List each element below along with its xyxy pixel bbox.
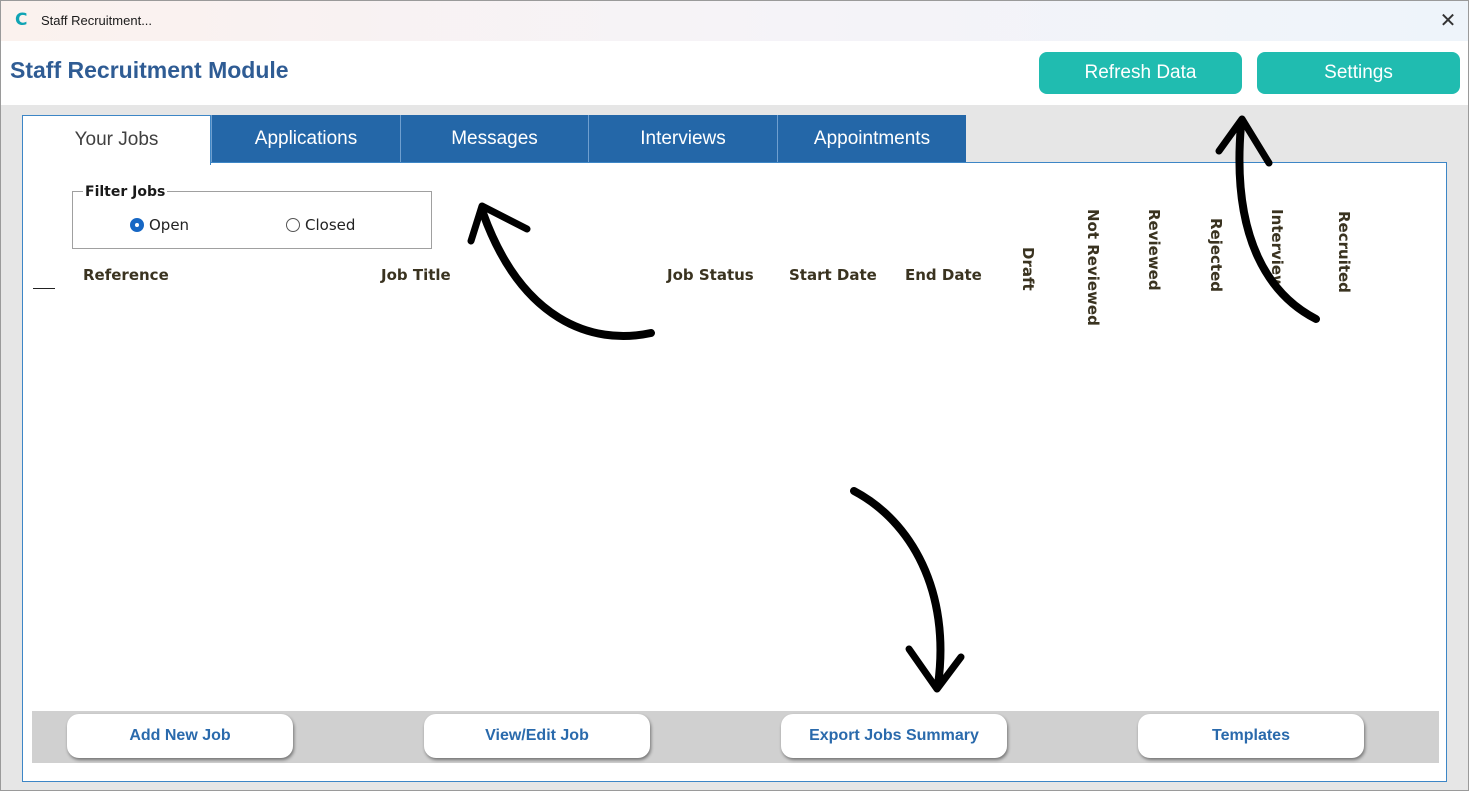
column-header-job-status[interactable]: Job Status [667,266,754,284]
radio-unselected-icon [286,218,300,232]
column-header-not-reviewed[interactable]: Not Reviewed [1062,209,1102,326]
window-title: Staff Recruitment... [41,13,153,28]
tab-applications[interactable]: Applications [211,115,400,163]
tab-interviews[interactable]: Interviews [588,115,777,163]
column-header-start-date[interactable]: Start Date [789,266,877,284]
action-footer: Add New Job View/Edit Job Export Jobs Su… [32,711,1439,763]
filter-jobs-legend: Filter Jobs [83,184,168,200]
column-header-rejected[interactable]: Rejected [1207,218,1225,292]
close-icon[interactable]: ✕ [1437,7,1459,33]
workspace: Your Jobs Applications Messages Intervie… [1,105,1468,790]
tab-your-jobs[interactable]: Your Jobs [22,115,211,165]
title-bar: C Staff Recruitment... ✕ [1,1,1468,41]
tab-appointments[interactable]: Appointments [777,115,966,163]
jobs-panel: Filter Jobs Open Closed Reference Job Ti… [22,162,1447,782]
column-header-reference[interactable]: Reference [83,266,169,284]
filter-open-radio[interactable]: Open [130,216,189,234]
column-header-reviewed[interactable]: Reviewed [1145,209,1163,291]
column-header-job-title[interactable]: Job Title [381,266,451,284]
filter-closed-radio[interactable]: Closed [286,216,355,234]
tab-messages[interactable]: Messages [400,115,588,163]
filter-jobs-group: Filter Jobs Open Closed [72,184,432,249]
app-logo-icon: C [15,10,28,30]
filter-open-label: Open [149,216,190,234]
add-new-job-button[interactable]: Add New Job [67,714,293,758]
refresh-data-button[interactable]: Refresh Data [1039,52,1242,94]
export-jobs-summary-button[interactable]: Export Jobs Summary [781,714,1007,758]
row-selector-marker [33,288,55,289]
column-header-draft[interactable]: Draft [1019,247,1037,291]
templates-button[interactable]: Templates [1138,714,1364,758]
column-header-recruited[interactable]: Recruited [1335,211,1353,293]
module-header: Staff Recruitment Module Refresh Data Se… [1,41,1468,105]
column-header-interview[interactable]: Interview [1268,209,1286,289]
settings-button[interactable]: Settings [1257,52,1460,94]
app-window: C Staff Recruitment... ✕ Staff Recruitme… [0,0,1469,791]
radio-selected-icon [130,218,144,232]
view-edit-job-button[interactable]: View/Edit Job [424,714,650,758]
page-title: Staff Recruitment Module [10,57,289,83]
filter-closed-label: Closed [305,216,356,234]
column-header-end-date[interactable]: End Date [905,266,982,284]
